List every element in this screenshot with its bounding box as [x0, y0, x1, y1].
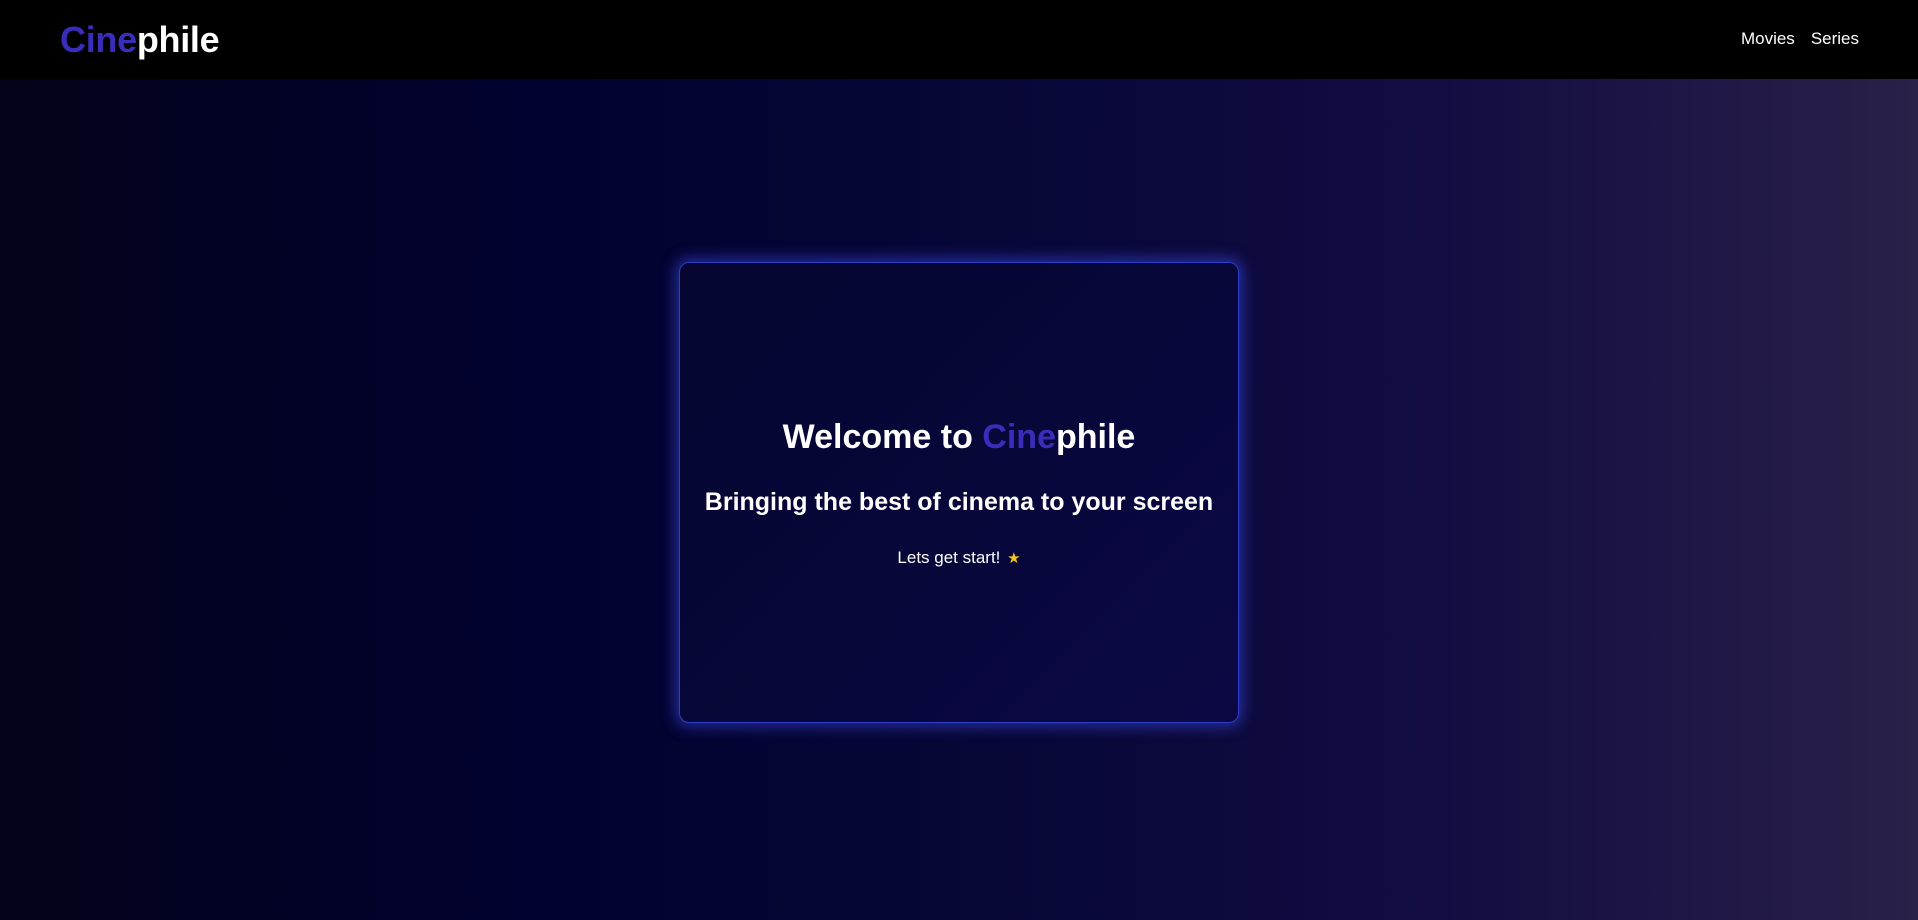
logo-suffix: phile: [136, 19, 220, 60]
tagline: Bringing the best of cinema to your scre…: [704, 488, 1214, 516]
logo[interactable]: Cinephile: [60, 19, 220, 60]
nav-links: Movies Series: [1741, 27, 1859, 51]
logo-prefix: Cine: [60, 19, 137, 60]
get-started-label: Lets get start!: [897, 548, 1001, 567]
welcome-card: Welcome to Cinephile Bringing the best o…: [679, 262, 1239, 723]
nav-link-series[interactable]: Series: [1811, 27, 1859, 51]
welcome-prefix: Welcome to: [782, 418, 983, 456]
welcome-heading: Welcome to Cinephile: [680, 417, 1238, 457]
nav-link-movies[interactable]: Movies: [1741, 27, 1795, 51]
welcome-brand-prefix: Cine: [982, 418, 1056, 456]
star-icon: ★: [1007, 550, 1021, 567]
welcome-brand-suffix: phile: [1055, 418, 1136, 456]
navbar: Cinephile Movies Series: [0, 0, 1918, 79]
get-started-text: Lets get start! ★: [680, 547, 1238, 570]
